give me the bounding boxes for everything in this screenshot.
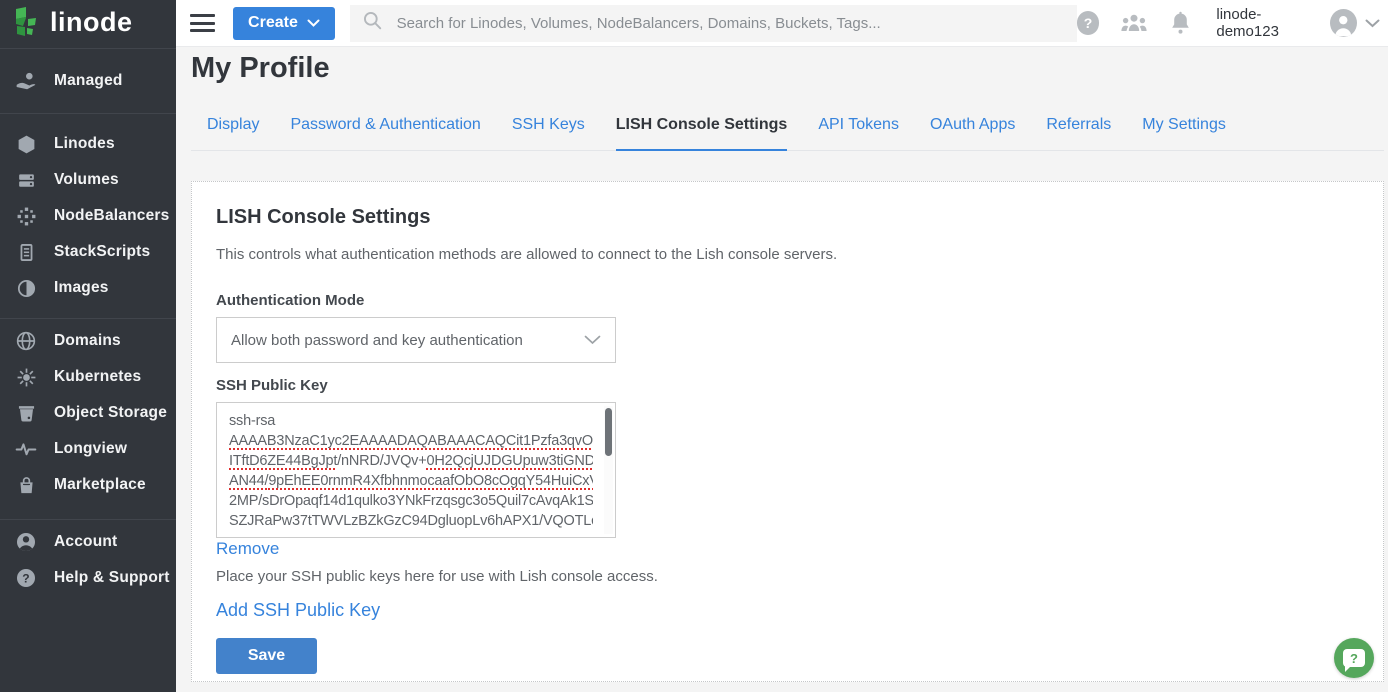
- ssh-key-help-text: Place your SSH public keys here for use …: [216, 568, 1359, 585]
- ssh-key-line: AAAAB3NzaC1yc2EAAAADAQABAAACAQCit1Pzfa3q…: [229, 431, 593, 451]
- ssh-key-line: SZJRaPw37tTWVLzBZkGzC94DgluopLv6hAPX1/VQ…: [229, 511, 593, 531]
- sidebar-group-compute: Linodes Volumes NodeBalancers StackScrip…: [0, 113, 176, 318]
- search-icon: [362, 10, 383, 36]
- user-menu-chevron-icon[interactable]: [1365, 19, 1380, 28]
- remove-key-link[interactable]: Remove: [216, 539, 279, 559]
- object-storage-icon: [15, 402, 37, 424]
- avatar[interactable]: [1330, 9, 1357, 37]
- tab-api-tokens[interactable]: API Tokens: [818, 110, 899, 150]
- sidebar-item-stackscripts[interactable]: StackScripts: [0, 234, 176, 270]
- help-fab-glyph: ?: [1350, 651, 1358, 666]
- authentication-mode-label: Authentication Mode: [216, 292, 1359, 309]
- svg-text:?: ?: [22, 571, 29, 585]
- sidebar-item-label: Kubernetes: [54, 368, 141, 386]
- sidebar-item-kubernetes[interactable]: Kubernetes: [0, 359, 176, 395]
- sidebar-group-account: Account ? Help & Support: [0, 519, 176, 600]
- sidebar-item-object-storage[interactable]: Object Storage: [0, 395, 176, 431]
- tab-referrals[interactable]: Referrals: [1046, 110, 1111, 150]
- topbar: Create ? linode-demo123: [176, 0, 1388, 47]
- sidebar-item-longview[interactable]: Longview: [0, 431, 176, 467]
- volumes-icon: [15, 169, 37, 191]
- sidebar-group-managed: Managed: [0, 48, 176, 113]
- ssh-key-line: 2MP/sDrOpaqf14d1qulko3YNkFrzqsgc3o5Quil7…: [229, 491, 593, 511]
- sidebar: linode Managed Linodes Volumes Node: [0, 0, 176, 692]
- help-icon: ?: [15, 567, 37, 589]
- lish-settings-panel: LISH Console Settings This controls what…: [191, 181, 1384, 682]
- textarea-scrollbar-thumb[interactable]: [605, 408, 612, 456]
- tab-display[interactable]: Display: [207, 110, 259, 150]
- sidebar-item-label: Images: [54, 279, 109, 297]
- nodebalancers-icon: [15, 205, 37, 227]
- sidebar-item-managed[interactable]: Managed: [0, 63, 176, 99]
- textarea-scrollbar[interactable]: [604, 406, 613, 534]
- select-chevron-icon: [584, 335, 601, 345]
- sidebar-item-label: Longview: [54, 440, 127, 458]
- menu-icon[interactable]: [190, 14, 215, 32]
- linode-icon: [15, 133, 37, 155]
- domains-icon: [15, 330, 37, 352]
- tab-ssh-keys[interactable]: SSH Keys: [512, 110, 585, 150]
- panel-title: LISH Console Settings: [216, 206, 1359, 229]
- help-glyph: ?: [1084, 15, 1093, 31]
- sidebar-item-domains[interactable]: Domains: [0, 323, 176, 359]
- sidebar-item-label: Managed: [54, 72, 123, 90]
- profile-tabs: Display Password & Authentication SSH Ke…: [191, 110, 1384, 151]
- ssh-public-key-textarea[interactable]: ssh-rsaAAAAB3NzaC1yc2EAAAADAQABAAACAQCit…: [216, 402, 616, 538]
- sidebar-item-account[interactable]: Account: [0, 524, 176, 560]
- help-chat-bubble-icon: ?: [1343, 649, 1365, 667]
- tab-lish-console-settings[interactable]: LISH Console Settings: [616, 110, 788, 151]
- ssh-key-line: AN44/9pEhEE0rnmR4XfbhnmocaafObO8cOgqY54H…: [229, 471, 593, 491]
- ssh-public-key-label: SSH Public Key: [216, 377, 1359, 394]
- sidebar-item-images[interactable]: Images: [0, 270, 176, 306]
- longview-icon: [15, 438, 37, 460]
- tab-my-settings[interactable]: My Settings: [1142, 110, 1226, 150]
- linode-logo[interactable]: linode: [0, 0, 176, 48]
- topbar-right: ? linode-demo123: [1077, 6, 1380, 40]
- sidebar-item-label: Marketplace: [54, 476, 146, 494]
- panel-description: This controls what authentication method…: [216, 246, 1359, 263]
- sidebar-item-label: NodeBalancers: [54, 207, 169, 225]
- images-icon: [15, 277, 37, 299]
- sidebar-item-help-support[interactable]: ? Help & Support: [0, 560, 176, 596]
- chevron-down-icon: [307, 19, 320, 27]
- help-topbar-icon[interactable]: ?: [1077, 11, 1100, 35]
- sidebar-item-nodebalancers[interactable]: NodeBalancers: [0, 198, 176, 234]
- tab-oauth-apps[interactable]: OAuth Apps: [930, 110, 1015, 150]
- tab-password-authentication[interactable]: Password & Authentication: [290, 110, 480, 150]
- create-button[interactable]: Create: [233, 7, 334, 40]
- add-ssh-public-key-link[interactable]: Add SSH Public Key: [216, 600, 380, 621]
- managed-icon: [15, 70, 37, 92]
- sidebar-item-label: StackScripts: [54, 243, 150, 261]
- save-button[interactable]: Save: [216, 638, 317, 674]
- sidebar-item-label: Object Storage: [54, 404, 167, 422]
- ssh-key-line: ITftD6ZE44BgJpt/nNRD/JVQv+0H2QcjUJDGUpuw…: [229, 451, 593, 471]
- notifications-bell-icon[interactable]: [1169, 11, 1192, 36]
- sidebar-item-label: Linodes: [54, 135, 115, 153]
- sidebar-item-label: Account: [54, 533, 117, 551]
- ssh-key-line: ssh-rsa: [229, 411, 593, 431]
- community-icon[interactable]: [1119, 11, 1149, 35]
- username[interactable]: linode-demo123: [1216, 6, 1318, 40]
- authentication-mode-value: Allow both password and key authenticati…: [231, 332, 584, 349]
- kubernetes-icon: [15, 366, 37, 388]
- page-title: My Profile: [191, 52, 330, 85]
- logo-wordmark: linode: [50, 9, 133, 40]
- linode-logo-icon: [13, 6, 41, 43]
- account-icon: [15, 531, 37, 553]
- authentication-mode-select[interactable]: Allow both password and key authenticati…: [216, 317, 616, 363]
- help-fab-button[interactable]: ?: [1334, 638, 1374, 678]
- search-input[interactable]: [397, 15, 1065, 32]
- search-bar: [350, 5, 1077, 42]
- sidebar-item-volumes[interactable]: Volumes: [0, 162, 176, 198]
- sidebar-item-label: Help & Support: [54, 569, 170, 587]
- sidebar-item-linodes[interactable]: Linodes: [0, 126, 176, 162]
- marketplace-icon: [15, 474, 37, 496]
- sidebar-item-marketplace[interactable]: Marketplace: [0, 467, 176, 503]
- stackscripts-icon: [15, 241, 37, 263]
- create-button-label: Create: [248, 14, 298, 32]
- sidebar-item-label: Volumes: [54, 171, 119, 189]
- sidebar-item-label: Domains: [54, 332, 121, 350]
- sidebar-group-services: Domains Kubernetes Object Storage Longvi…: [0, 318, 176, 519]
